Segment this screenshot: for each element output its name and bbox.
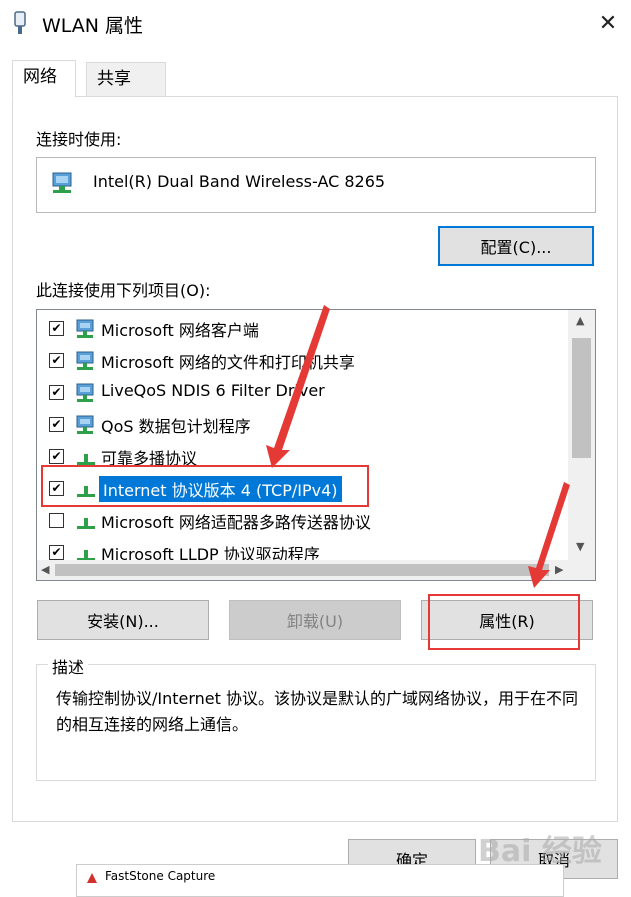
highlight-properties-box xyxy=(428,594,580,650)
network-client-icon xyxy=(76,383,94,402)
network-client-icon xyxy=(76,319,94,338)
network-client-icon xyxy=(76,351,94,370)
adapter-field: Intel(R) Dual Band Wireless-AC 8265 xyxy=(36,157,596,213)
protocol-icon xyxy=(77,518,95,529)
checkbox[interactable]: ✔ xyxy=(49,385,64,400)
checkbox[interactable]: ✔ xyxy=(49,545,64,560)
window-title: WLAN 属性 xyxy=(42,15,144,37)
configure-button[interactable]: 配置(C)... xyxy=(438,226,594,266)
adapter-name: Intel(R) Dual Band Wireless-AC 8265 xyxy=(93,172,386,191)
uninstall-button[interactable]: 卸载(U) xyxy=(229,600,401,640)
network-adapter-icon xyxy=(52,172,72,193)
checkbox[interactable]: ✔ xyxy=(49,353,64,368)
list-item[interactable]: Microsoft 网络适配器多路传送器协议 xyxy=(37,505,569,535)
install-button[interactable]: 安装(N)... xyxy=(37,600,209,640)
items-label: 此连接使用下列项目(O): xyxy=(36,281,211,300)
checkbox[interactable]: ✔ xyxy=(49,321,64,336)
list-item-label: Microsoft 网络适配器多路传送器协议 xyxy=(101,513,371,532)
vertical-scroll-thumb[interactable] xyxy=(572,338,591,458)
description-text: 传输控制协议/Internet 协议。该协议是默认的广域网络协议，用于在不同的相… xyxy=(56,689,579,734)
checkbox[interactable]: ✔ xyxy=(49,449,64,464)
faststone-icon xyxy=(87,873,97,883)
chevron-up-icon[interactable]: ▲ xyxy=(576,314,584,327)
list-item-label: QoS 数据包计划程序 xyxy=(101,417,251,436)
tab-network[interactable]: 网络 xyxy=(12,60,76,98)
highlight-ipv4-box xyxy=(41,465,369,507)
close-icon: ✕ xyxy=(598,10,618,36)
horizontal-scroll-thumb[interactable] xyxy=(55,564,549,576)
network-client-icon xyxy=(76,415,94,434)
capture-title: FastStone Capture xyxy=(105,869,216,883)
tab-sharing[interactable]: 共享 xyxy=(86,62,166,98)
connect-using-label: 连接时使用: xyxy=(36,130,122,149)
close-button[interactable]: ✕ xyxy=(585,0,631,46)
checkbox[interactable]: ✔ xyxy=(49,417,64,432)
title-bar: WLAN 属性 ✕ xyxy=(0,0,631,46)
wlan-adapter-icon xyxy=(14,11,26,34)
list-item-label: Microsoft 网络客户端 xyxy=(101,321,259,340)
watermark: Bai 经验 xyxy=(478,834,602,869)
checkbox[interactable] xyxy=(49,513,64,528)
chevron-left-icon[interactable]: ◀ xyxy=(41,563,49,576)
annotation-arrow-icon xyxy=(528,482,570,588)
horizontal-scrollbar[interactable]: ◀ ▶ xyxy=(37,560,595,580)
description-title: 描述 xyxy=(48,654,89,678)
annotation-arrow-icon xyxy=(266,305,330,468)
